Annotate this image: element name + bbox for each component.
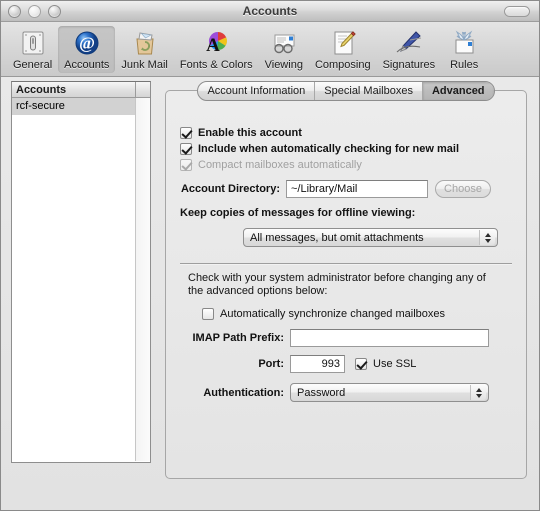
toolbar-item-accounts[interactable]: @ Accounts — [58, 26, 116, 73]
toolbar-item-rules[interactable]: Rules — [441, 26, 487, 73]
window-title: Accounts — [242, 4, 298, 18]
list-item[interactable]: rcf-secure — [12, 98, 150, 115]
chevron-updown-icon — [470, 385, 486, 400]
imap-prefix-label: IMAP Path Prefix: — [192, 332, 285, 344]
enable-account-row[interactable]: Enable this account — [180, 127, 512, 139]
preferences-content: Accounts rcf-secure Account Information … — [1, 77, 539, 510]
admin-note-line-1: Check with your system administrator bef… — [188, 272, 486, 284]
admin-note: Check with your system administrator bef… — [180, 272, 512, 298]
enable-account-label: Enable this account — [198, 127, 302, 139]
tab-group: Account Information Special Mailboxes Ad… — [197, 81, 495, 101]
viewing-icon — [267, 28, 301, 58]
auto-sync-label: Automatically synchronize changed mailbo… — [220, 308, 446, 320]
accounts-list-header-label: Accounts — [16, 83, 67, 96]
toolbar-label-rules: Rules — [450, 59, 479, 71]
signatures-icon — [392, 28, 426, 58]
use-ssl-checkbox[interactable] — [355, 358, 367, 370]
authentication-value: Password — [297, 386, 346, 399]
toolbar-label-fonts-colors: Fonts & Colors — [179, 59, 253, 71]
tab-bar: Account Information Special Mailboxes Ad… — [165, 81, 527, 101]
auto-sync-row[interactable]: Automatically synchronize changed mailbo… — [180, 308, 512, 320]
admin-note-line-2: the advanced options below: — [188, 285, 328, 297]
rules-icon — [447, 28, 481, 58]
include-auto-check-label: Include when automatically checking for … — [198, 143, 460, 155]
toolbar-label-signatures: Signatures — [382, 59, 436, 71]
use-ssl-label: Use SSL — [373, 358, 417, 370]
composing-icon — [326, 28, 360, 58]
advanced-form: Enable this account Include when automat… — [166, 109, 526, 478]
toolbar-label-accounts: Accounts — [64, 59, 110, 71]
compact-mailboxes-checkbox — [180, 159, 192, 171]
accounts-list-body: rcf-secure — [12, 98, 150, 461]
compact-mailboxes-label: Compact mailboxes automatically — [198, 159, 362, 171]
imap-prefix-input[interactable] — [290, 329, 489, 347]
chevron-updown-icon — [479, 230, 495, 245]
account-directory-label: Account Directory: — [180, 183, 280, 195]
fonts-colors-icon: A — [199, 28, 233, 58]
toolbar-item-composing[interactable]: Composing — [309, 26, 377, 73]
tab-account-information[interactable]: Account Information — [198, 82, 316, 100]
toolbar-label-junk-mail: Junk Mail — [121, 59, 168, 71]
choose-directory-button[interactable]: Choose — [435, 180, 491, 198]
accounts-at-icon: @ — [70, 28, 104, 58]
general-icon — [16, 28, 50, 58]
toolbar-item-general[interactable]: General — [7, 26, 58, 73]
toolbar-label-viewing: Viewing — [264, 59, 303, 71]
account-directory-input[interactable]: ~/Library/Mail — [286, 180, 428, 198]
authentication-popup[interactable]: Password — [290, 383, 489, 402]
toolbar-toggle-button[interactable] — [504, 6, 530, 17]
tab-special-mailboxes[interactable]: Special Mailboxes — [315, 82, 423, 100]
auto-sync-checkbox[interactable] — [202, 308, 214, 320]
preferences-toolbar: General @ Accounts Junk Mail A Fonts & C… — [1, 22, 539, 77]
include-auto-check-row[interactable]: Include when automatically checking for … — [180, 143, 512, 155]
toolbar-item-signatures[interactable]: Signatures — [377, 26, 442, 73]
preferences-window: Accounts General @ Accounts Junk Mail A … — [0, 0, 540, 511]
toolbar-item-fonts-colors[interactable]: A Fonts & Colors — [174, 26, 259, 73]
offline-copies-caption: Keep copies of messages for offline view… — [180, 207, 416, 219]
accounts-list-header-corner — [135, 82, 150, 97]
port-input[interactable]: 993 — [290, 355, 345, 373]
toolbar-item-viewing[interactable]: Viewing — [259, 26, 309, 73]
accounts-list-scrollbar[interactable] — [135, 98, 150, 461]
title-bar: Accounts — [1, 1, 539, 22]
offline-copies-value: All messages, but omit attachments — [250, 231, 424, 244]
svg-text:@: @ — [79, 34, 95, 53]
compact-mailboxes-row: Compact mailboxes automatically — [180, 159, 512, 171]
offline-copies-popup[interactable]: All messages, but omit attachments — [243, 228, 498, 247]
junk-mail-icon — [128, 28, 162, 58]
svg-text:A: A — [206, 35, 220, 56]
port-label: Port: — [258, 358, 284, 370]
toolbar-item-junk-mail[interactable]: Junk Mail — [115, 26, 173, 73]
toolbar-label-composing: Composing — [314, 59, 371, 71]
enable-account-checkbox[interactable] — [180, 127, 192, 139]
accounts-list-header: Accounts — [12, 82, 150, 98]
tab-advanced[interactable]: Advanced — [422, 82, 494, 100]
authentication-label: Authentication: — [203, 386, 284, 399]
accounts-list[interactable]: Accounts rcf-secure — [11, 81, 151, 463]
advanced-tab-panel: Enable this account Include when automat… — [165, 90, 527, 479]
toolbar-label-general: General — [13, 59, 53, 71]
section-divider — [180, 263, 512, 264]
include-auto-check-checkbox[interactable] — [180, 143, 192, 155]
